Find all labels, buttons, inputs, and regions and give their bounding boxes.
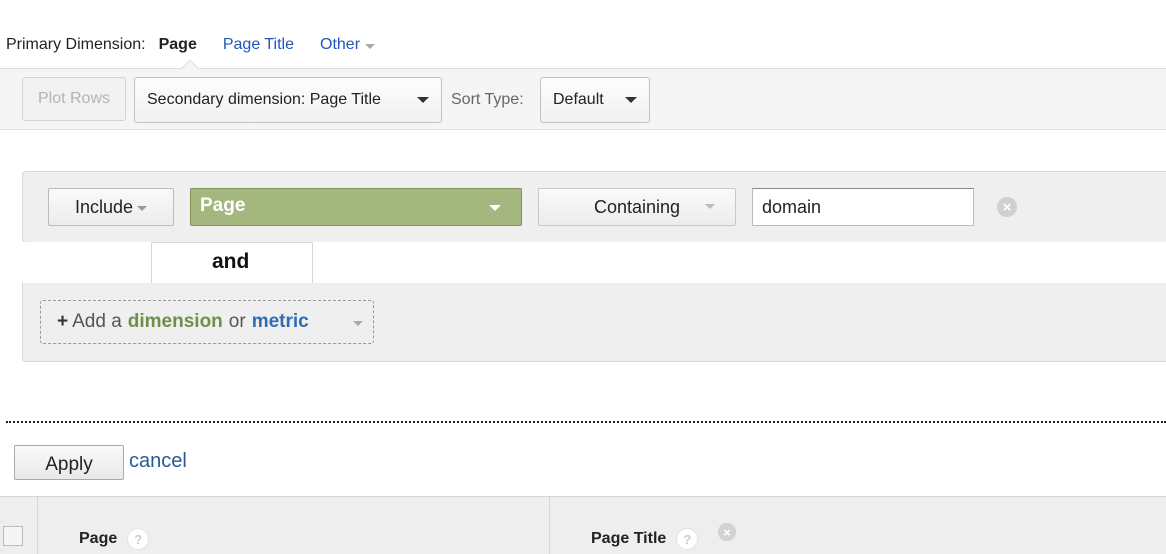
primary-dimension-other-dropdown[interactable]: Other: [320, 36, 376, 54]
plot-rows-button[interactable]: Plot Rows: [22, 77, 126, 121]
chevron-down-icon: [625, 97, 637, 103]
and-connector-right: [312, 242, 1166, 284]
table-toolbar: Plot Rows Secondary dimension: Page Titl…: [0, 68, 1166, 130]
remove-column-icon[interactable]: ×: [718, 523, 736, 541]
add-prefix: Add a: [72, 311, 122, 332]
page-title-column-header[interactable]: Page Title ?: [591, 528, 699, 550]
chevron-down-icon: [353, 321, 363, 326]
primary-dimension-page-title-link[interactable]: Page Title: [223, 36, 294, 54]
divider: [6, 421, 1166, 423]
filter-dimension-dropdown[interactable]: Page: [190, 188, 522, 226]
filter-dimension-label: Page: [200, 195, 246, 216]
match-type-dropdown[interactable]: Containing: [538, 188, 736, 226]
and-connector-left: [22, 242, 152, 284]
include-exclude-dropdown[interactable]: Include: [48, 188, 174, 226]
remove-condition-icon[interactable]: ×: [997, 197, 1017, 217]
cancel-link[interactable]: cancel: [129, 450, 187, 473]
chevron-down-icon: [417, 97, 429, 103]
add-or-text: or: [228, 311, 246, 332]
sort-type-dropdown[interactable]: Default: [540, 77, 650, 123]
secondary-dimension-dropdown[interactable]: Secondary dimension: Page Title: [134, 77, 442, 123]
chevron-down-icon: [365, 43, 376, 49]
question-circle-icon[interactable]: ?: [127, 528, 150, 550]
other-label: Other: [320, 36, 361, 53]
chevron-down-icon: [705, 204, 715, 209]
chevron-down-icon: [137, 205, 148, 211]
filter-value-input[interactable]: [752, 188, 974, 226]
apply-button[interactable]: Apply: [14, 445, 124, 480]
and-label: and: [212, 250, 250, 273]
primary-dimension-row: Primary Dimension: Page Page Title Other: [6, 33, 376, 57]
match-type-label: Containing: [593, 196, 681, 217]
add-dimension-or-metric-button[interactable]: + Add a dimension or metric: [40, 300, 374, 344]
select-all-column: [0, 497, 38, 554]
add-metric-text: metric: [251, 311, 309, 332]
column-label: Page: [79, 530, 118, 547]
page-column-title: Page ?: [79, 528, 150, 550]
secondary-dimension-label: Secondary dimension: Page Title: [147, 91, 381, 108]
sort-type-label: Sort Type:: [451, 91, 524, 108]
sort-type-value: Default: [553, 91, 604, 108]
include-label: Include: [74, 196, 134, 217]
select-all-checkbox[interactable]: [3, 526, 23, 546]
table-header: Page ? Page Title ?: [0, 496, 1166, 554]
question-circle-icon[interactable]: ?: [676, 528, 699, 550]
primary-dimension-current: Page: [158, 36, 197, 53]
page-column-header[interactable]: Page ?: [38, 497, 550, 554]
plus-icon: +: [57, 311, 69, 332]
add-dimension-text: dimension: [127, 311, 223, 332]
primary-dimension-label: Primary Dimension:: [6, 36, 146, 53]
column-label: Page Title: [591, 530, 667, 547]
chevron-down-icon: [489, 205, 501, 211]
